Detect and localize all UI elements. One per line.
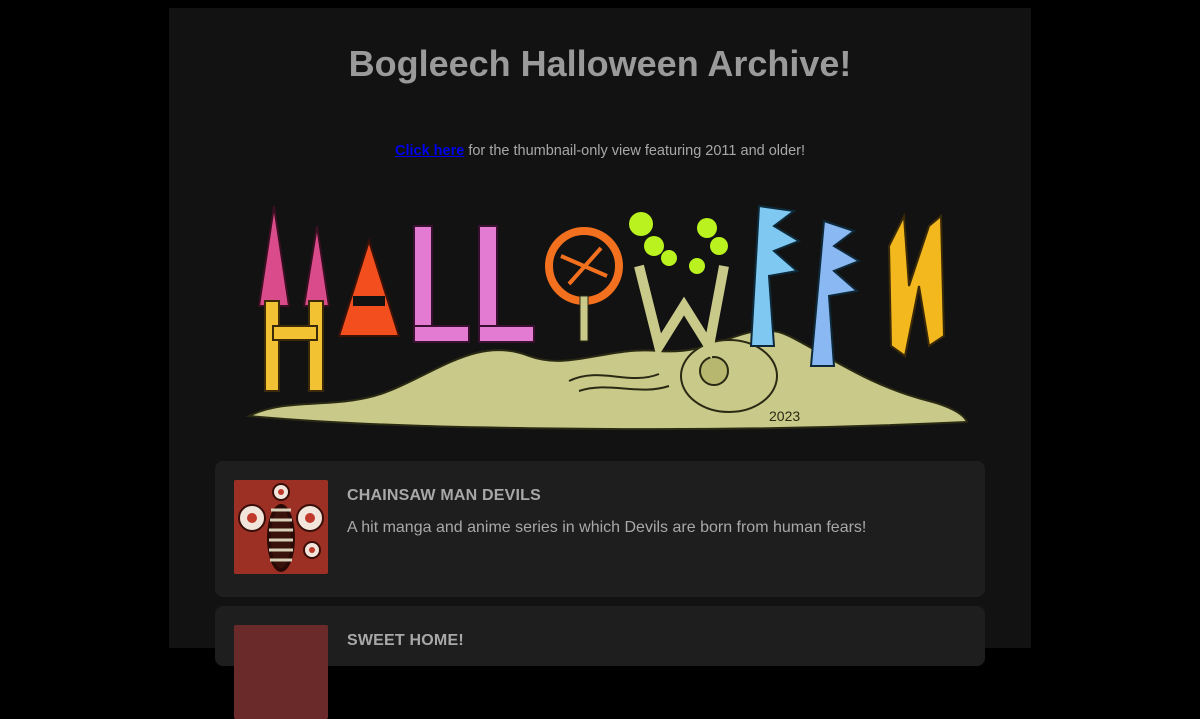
- banner-letter-l2: [478, 225, 535, 343]
- banner-letter-w: [629, 212, 729, 360]
- banner-letter-n: [887, 212, 946, 358]
- article-card[interactable]: SWEET HOME!: [215, 606, 985, 719]
- page-container: Bogleech Halloween Archive! Click here f…: [169, 8, 1031, 719]
- page-title: Bogleech Halloween Archive!: [348, 43, 852, 84]
- banner-letter-o: [545, 227, 623, 342]
- article-title[interactable]: SWEET HOME!: [347, 632, 464, 650]
- banner-letter-e2: [809, 219, 862, 367]
- banner-letter-a: [337, 237, 401, 337]
- banner-letter-h: [257, 205, 331, 392]
- intro-rest-text: for the thumbnail-only view featuring 20…: [464, 143, 805, 159]
- banner-letter-e1: [749, 204, 802, 347]
- banner-letter-l1: [413, 225, 470, 343]
- banner-year: 2023: [769, 408, 800, 424]
- halloween-banner: 2023: [245, 204, 969, 431]
- article-thumbnail[interactable]: [234, 480, 328, 574]
- devil-face-icon: [234, 480, 328, 574]
- article-thumbnail[interactable]: [234, 625, 328, 719]
- thumbnail-view-link[interactable]: Click here: [395, 143, 464, 159]
- banner-skull: [680, 339, 778, 413]
- article-description: A hit manga and anime series in which De…: [347, 519, 867, 536]
- article-title[interactable]: CHAINSAW MAN DEVILS: [347, 487, 541, 505]
- intro-text: Click here for the thumbnail-only view f…: [169, 142, 1031, 160]
- article-card[interactable]: CHAINSAW MAN DEVILS A hit manga and anim…: [215, 461, 985, 597]
- banner-ground-creature: [245, 329, 969, 431]
